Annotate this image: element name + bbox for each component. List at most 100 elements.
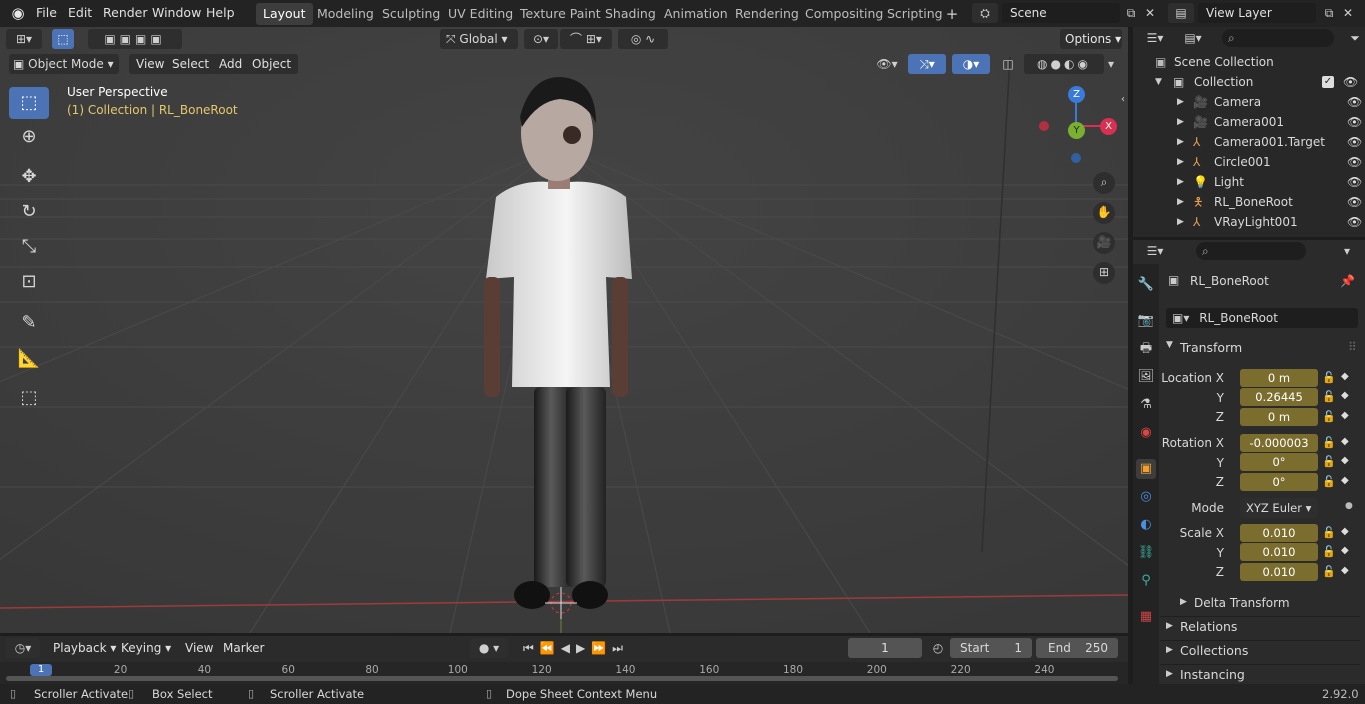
expand-arrow-icon[interactable]: ▶ — [1177, 152, 1184, 172]
keyframe-icon[interactable]: ◆ — [1341, 475, 1353, 486]
outliner-row-item[interactable]: ▶ 💡 Light 👁 — [1133, 172, 1365, 192]
3d-viewport[interactable] — [0, 27, 1128, 633]
outliner-row-item[interactable]: ▶ 🎥 Camera001 👁 — [1133, 112, 1365, 132]
expand-arrow-icon[interactable]: ▶ — [1177, 92, 1184, 112]
properties-editor-type-icon[interactable]: ☰▾ — [1140, 241, 1170, 261]
blender-logo-icon[interactable]: ◉ — [8, 3, 28, 23]
lock-icon[interactable]: 🔓 — [1322, 526, 1336, 539]
eye-icon[interactable]: 👁 — [1347, 192, 1362, 212]
location-x-field[interactable]: 0 m — [1240, 369, 1318, 387]
mode-key-dot-icon[interactable]: ● — [1345, 501, 1353, 511]
rotation-z-field[interactable]: 0° — [1240, 473, 1318, 491]
display-mode-icon[interactable]: ▤▾ — [1178, 28, 1208, 48]
tab-texture-paint[interactable]: Texture Paint — [513, 3, 608, 25]
collection-checkbox[interactable]: ✓ — [1322, 76, 1334, 88]
menu-playback[interactable]: Playback ▾ — [46, 638, 123, 658]
frame-end-field[interactable]: End 250 — [1036, 638, 1118, 658]
relations-panel-header[interactable]: Relations — [1180, 619, 1237, 634]
properties-search-input[interactable]: ⌕ — [1196, 242, 1306, 260]
eye-icon[interactable]: 👁 — [1347, 132, 1362, 152]
pan-hand-icon[interactable]: ✋ — [1093, 202, 1115, 224]
lock-icon[interactable]: 🔓 — [1322, 436, 1336, 449]
lock-icon[interactable]: 🔓 — [1322, 475, 1336, 488]
lock-icon[interactable]: 🔓 — [1322, 565, 1336, 578]
keyframe-icon[interactable]: ◆ — [1341, 545, 1353, 556]
gizmo-z-axis[interactable]: Z — [1068, 86, 1085, 103]
keyframe-icon[interactable]: ◆ — [1341, 436, 1353, 447]
tool-settings-icon[interactable]: 🔧 — [1136, 275, 1156, 295]
keyframe-icon[interactable]: ◆ — [1341, 390, 1353, 401]
outliner-row-item[interactable]: ▶ 🎥 Camera 👁 — [1133, 92, 1365, 112]
menu-file[interactable]: File — [30, 4, 63, 22]
expand-arrow-icon[interactable]: ▼ — [1155, 72, 1162, 92]
sidebar-toggle-icon[interactable]: ‹ — [1118, 90, 1128, 110]
outliner-row-scene-collection[interactable]: ▣ Scene Collection — [1133, 52, 1365, 72]
menu-timeline-view[interactable]: View — [178, 638, 220, 658]
add-workspace-icon[interactable]: + — [944, 4, 960, 24]
eye-icon[interactable]: 👁 — [1347, 212, 1362, 232]
timeline-ruler[interactable]: 120406080100120140160180200220240 1 — [0, 662, 1128, 684]
eye-icon[interactable]: 👁 — [1347, 112, 1362, 132]
scale-z-field[interactable]: 0.010 — [1240, 563, 1318, 581]
scale-x-field[interactable]: 0.010 — [1240, 524, 1318, 542]
zoom-icon[interactable]: ⌕ — [1093, 172, 1115, 194]
tool-select-box[interactable]: ⬚ — [9, 87, 49, 119]
delta-transform-header[interactable]: Delta Transform — [1194, 596, 1290, 610]
properties-options-icon[interactable]: ▾ — [1338, 241, 1356, 261]
view-layer-selector-icon[interactable]: ▤ — [1168, 3, 1194, 23]
output-properties-icon[interactable]: 🖶 — [1136, 339, 1156, 359]
selection-mode-icons[interactable]: ▣▣▣▣ — [88, 29, 182, 49]
physics-properties-icon[interactable]: ◐ — [1136, 515, 1156, 535]
playhead[interactable]: 1 — [30, 664, 52, 676]
menu-select[interactable]: Select — [165, 54, 217, 74]
pin-icon[interactable]: 📌 — [1340, 274, 1355, 288]
menu-marker[interactable]: Marker — [216, 638, 271, 658]
lock-icon[interactable]: 🔓 — [1322, 455, 1336, 468]
tool-transform[interactable]: ⊡ — [9, 266, 49, 298]
outliner-row-item[interactable]: ▶ 🯅 RL_BoneRoot 👁 — [1133, 192, 1365, 212]
current-frame-field[interactable]: 1 — [848, 638, 922, 658]
shading-options-chevron-icon[interactable]: ▾ — [1104, 54, 1118, 74]
tool-rotate[interactable]: ↻ — [9, 196, 49, 228]
overlays-toggle-icon[interactable]: ◑▾ — [952, 54, 990, 74]
relations-expand-icon[interactable]: ▶ — [1166, 621, 1173, 631]
options-dropdown[interactable]: Options ▾ — [1060, 29, 1122, 49]
tool-scale[interactable]: ⤡ — [9, 231, 49, 263]
menu-edit[interactable]: Edit — [62, 4, 98, 22]
menu-object[interactable]: Object — [245, 54, 299, 74]
gizmos-toggle-icon[interactable]: ⤨▾ — [908, 54, 946, 74]
eye-icon[interactable]: 👁 — [1347, 152, 1362, 172]
collections-panel-header[interactable]: Collections — [1180, 643, 1248, 658]
scene-name-field[interactable]: Scene — [1002, 3, 1120, 23]
location-z-field[interactable]: 0 m — [1240, 408, 1318, 426]
view-layer-properties-icon[interactable]: 🖼 — [1136, 367, 1156, 387]
tab-rendering[interactable]: Rendering — [728, 3, 806, 25]
pivot-point-icon[interactable]: ⊙▾ — [524, 29, 558, 49]
texture-properties-icon[interactable]: ▦ — [1136, 607, 1156, 627]
outliner-row-item[interactable]: ▶ ⅄ VRayLight001 👁 — [1133, 212, 1365, 232]
delete-scene-icon[interactable]: ✕ — [1142, 3, 1158, 23]
proportional-edit-icon[interactable]: ◎ ∿ — [618, 29, 668, 49]
eye-icon[interactable]: 👁 — [1343, 72, 1358, 92]
gizmo-x-axis[interactable]: X — [1100, 118, 1117, 135]
camera-view-icon[interactable]: 🎥 — [1093, 232, 1115, 254]
transform-expand-icon[interactable]: ▼ — [1166, 340, 1173, 350]
timeline-scrollbar[interactable] — [6, 676, 1118, 681]
lock-icon[interactable]: 🔓 — [1322, 371, 1336, 384]
location-y-field[interactable]: 0.26445 — [1240, 388, 1318, 406]
delta-expand-icon[interactable]: ▶ — [1180, 597, 1187, 607]
tab-animation[interactable]: Animation — [657, 3, 735, 25]
tab-modeling[interactable]: Modeling — [310, 3, 381, 25]
object-properties-icon[interactable]: ▣ — [1136, 459, 1156, 479]
tab-sculpting[interactable]: Sculpting — [375, 3, 447, 25]
frame-start-field[interactable]: Start 1 — [950, 638, 1032, 658]
expand-arrow-icon[interactable]: ▶ — [1177, 212, 1184, 232]
menu-window[interactable]: Window — [146, 4, 207, 22]
select-tool-icon[interactable]: ⬚ — [52, 29, 74, 49]
tab-scripting[interactable]: Scripting — [880, 3, 950, 25]
eye-icon[interactable]: 👁 — [1347, 172, 1362, 192]
keyframe-icon[interactable]: ◆ — [1341, 565, 1353, 576]
shading-mode-icons[interactable]: ◍●◐◉ — [1024, 54, 1104, 74]
keyframe-icon[interactable]: ◆ — [1341, 526, 1353, 537]
lock-icon[interactable]: 🔓 — [1322, 410, 1336, 423]
